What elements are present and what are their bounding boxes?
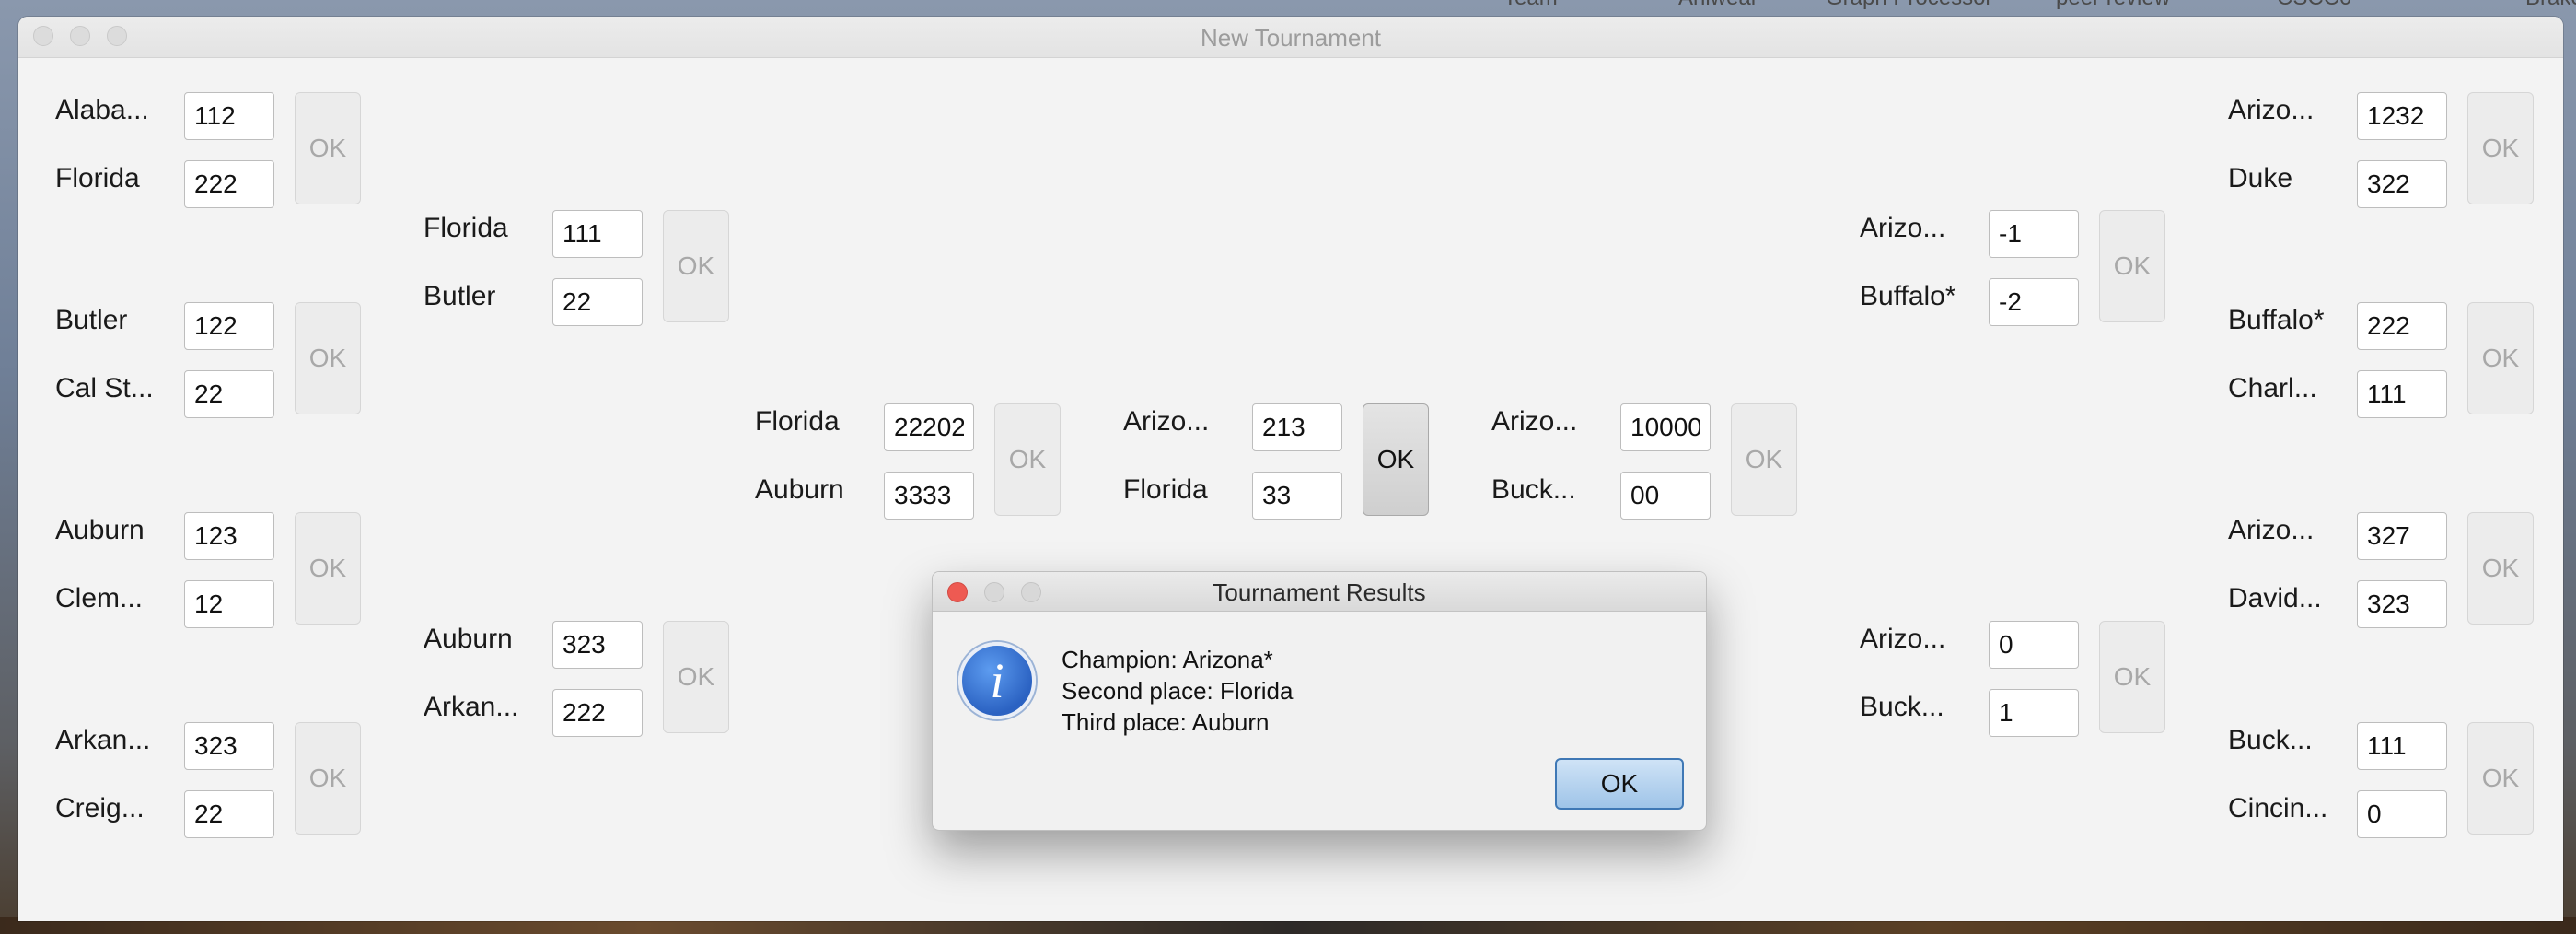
team-name: Alaba...: [55, 95, 149, 125]
score-input[interactable]: [184, 160, 274, 208]
score-input[interactable]: [1989, 689, 2079, 737]
score-input[interactable]: [184, 790, 274, 838]
ok-button[interactable]: OK: [1363, 403, 1429, 516]
menubar-peek: Team Aniwear Graph Processor peer review…: [1455, 0, 2576, 15]
score-input[interactable]: [2357, 370, 2447, 418]
score-input[interactable]: [552, 621, 643, 669]
dialog-title-bar[interactable]: Tournament Results: [933, 572, 1706, 612]
team-name: Charl...: [2228, 373, 2317, 403]
champion-text: Champion: Arizona*: [1062, 646, 1273, 673]
score-input[interactable]: [1620, 472, 1711, 520]
team-name: Auburn: [755, 474, 844, 505]
menubar-item[interactable]: Team: [1503, 0, 1558, 11]
team-name: Buck...: [1491, 474, 1576, 505]
team-name: Arizo...: [2228, 515, 2315, 545]
score-input[interactable]: [1620, 403, 1711, 451]
score-input[interactable]: [184, 722, 274, 770]
team-name: Clem...: [55, 583, 144, 613]
window-title: New Tournament: [1200, 24, 1382, 52]
info-icon: i: [958, 642, 1036, 719]
team-name: Florida: [755, 406, 840, 437]
menubar-item[interactable]: Brake: [2525, 0, 2576, 11]
dialog-ok-button[interactable]: OK: [1555, 758, 1684, 810]
ok-button[interactable]: OK: [2467, 302, 2534, 414]
team-name: Arizo...: [1491, 406, 1578, 437]
team-name: Florida: [55, 163, 140, 193]
team-name: Florida: [1123, 474, 1208, 505]
team-name: Arizo...: [1123, 406, 1210, 437]
second-place-text: Second place: Florida: [1062, 677, 1294, 705]
score-input[interactable]: [184, 92, 274, 140]
dialog-title: Tournament Results: [1213, 578, 1426, 606]
ok-button[interactable]: OK: [2467, 722, 2534, 835]
team-name: Florida: [424, 213, 508, 243]
third-place-text: Third place: Auburn: [1062, 708, 1270, 736]
score-input[interactable]: [2357, 722, 2447, 770]
team-name: Auburn: [55, 515, 145, 545]
team-name: Auburn: [424, 624, 513, 654]
team-name: Duke: [2228, 163, 2293, 193]
score-input[interactable]: [2357, 92, 2447, 140]
team-name: Buck...: [2228, 725, 2313, 755]
team-name: Arkan...: [424, 692, 519, 722]
team-name: Buffalo*: [2228, 305, 2325, 335]
ok-button[interactable]: OK: [994, 403, 1061, 516]
team-name: Arizo...: [2228, 95, 2315, 125]
ok-button[interactable]: OK: [295, 302, 361, 414]
score-input[interactable]: [552, 278, 643, 326]
score-input[interactable]: [2357, 580, 2447, 628]
score-input[interactable]: [2357, 302, 2447, 350]
ok-button[interactable]: OK: [663, 210, 729, 322]
score-input[interactable]: [552, 210, 643, 258]
results-dialog: Tournament Results i Champion: Arizona* …: [932, 571, 1707, 831]
score-input[interactable]: [2357, 790, 2447, 838]
ok-button[interactable]: OK: [2467, 92, 2534, 204]
team-name: Buck...: [1860, 692, 1944, 722]
ok-button[interactable]: OK: [663, 621, 729, 733]
team-name: Cal St...: [55, 373, 154, 403]
team-name: Arizo...: [1860, 213, 1946, 243]
score-input[interactable]: [884, 472, 974, 520]
ok-button[interactable]: OK: [295, 722, 361, 835]
score-input[interactable]: [1989, 210, 2079, 258]
team-name: Arizo...: [1860, 624, 1946, 654]
ok-button[interactable]: OK: [2099, 621, 2165, 733]
ok-button[interactable]: OK: [1731, 403, 1797, 516]
ok-button[interactable]: OK: [295, 512, 361, 625]
team-name: Cincin...: [2228, 793, 2328, 823]
score-input[interactable]: [884, 403, 974, 451]
menubar-item[interactable]: CSCC0: [2277, 0, 2351, 11]
title-bar[interactable]: New Tournament: [18, 17, 2563, 58]
score-input[interactable]: [1989, 621, 2079, 669]
ok-button[interactable]: OK: [2467, 512, 2534, 625]
score-input[interactable]: [1989, 278, 2079, 326]
score-input[interactable]: [184, 302, 274, 350]
score-input[interactable]: [1252, 472, 1342, 520]
score-input[interactable]: [184, 512, 274, 560]
score-input[interactable]: [184, 580, 274, 628]
score-input[interactable]: [1252, 403, 1342, 451]
score-input[interactable]: [552, 689, 643, 737]
menubar-item[interactable]: Graph Processor: [1826, 0, 1992, 11]
menubar-item[interactable]: Aniwear: [1678, 0, 1758, 11]
score-input[interactable]: [184, 370, 274, 418]
ok-button[interactable]: OK: [295, 92, 361, 204]
team-name: Creig...: [55, 793, 145, 823]
team-name: Butler: [55, 305, 128, 335]
team-name: Arkan...: [55, 725, 151, 755]
team-name: Buffalo*: [1860, 281, 1956, 311]
score-input[interactable]: [2357, 512, 2447, 560]
team-name: Butler: [424, 281, 496, 311]
menubar-item[interactable]: peer review: [2056, 0, 2170, 11]
ok-button[interactable]: OK: [2099, 210, 2165, 322]
score-input[interactable]: [2357, 160, 2447, 208]
team-name: David...: [2228, 583, 2322, 613]
